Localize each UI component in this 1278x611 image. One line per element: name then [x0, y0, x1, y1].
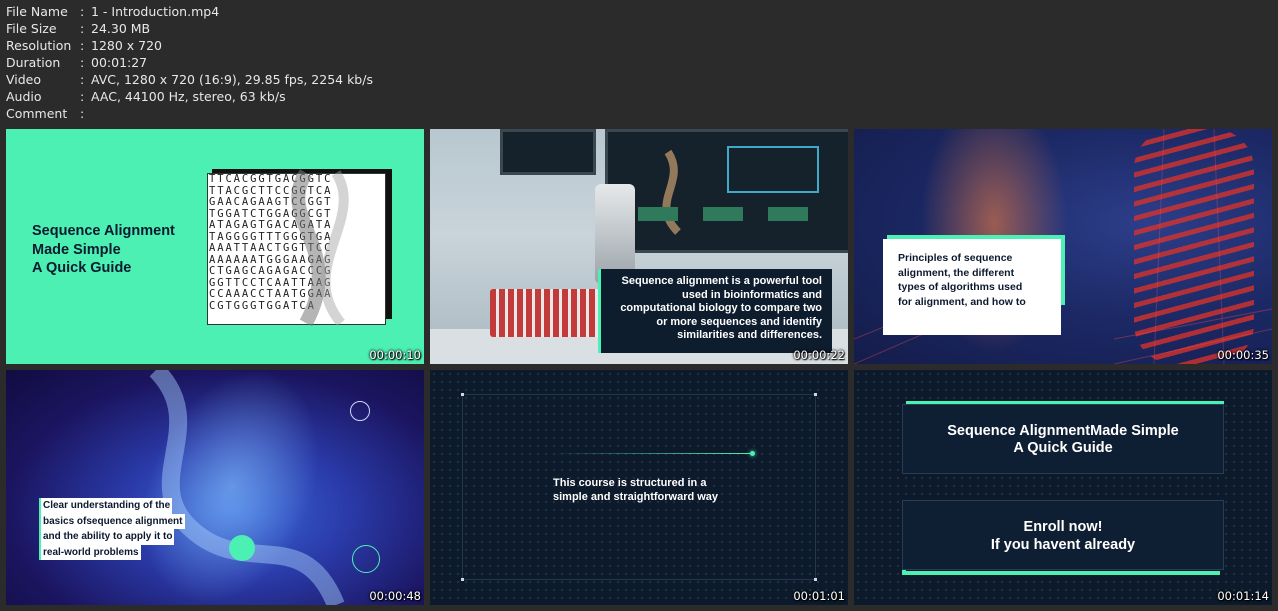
meta-row-video: Video: AVC, 1280 x 720 (16:9), 29.85 fps,… [6, 71, 373, 88]
caption-line: and the ability to apply it to [39, 529, 175, 545]
accent-line [552, 453, 750, 454]
timestamp: 00:00:22 [793, 348, 845, 362]
caption-line: similarities and differences. [677, 329, 822, 341]
ring-icon [352, 545, 380, 573]
caption-line: Principles of sequence [898, 252, 1013, 264]
thumbnail-1[interactable]: Sequence Alignment Made Simple A Quick G… [6, 129, 424, 364]
meta-separator: : [80, 72, 85, 87]
thumbnail-2[interactable]: Sequence alignment is a powerful tool us… [430, 129, 848, 364]
meta-separator: : [80, 38, 85, 53]
slide-caption: Clear understanding of the basics ofsequ… [39, 498, 185, 560]
frame-corner [461, 393, 464, 396]
meta-value: 1 - Introduction.mp4 [91, 4, 220, 19]
meta-key: Resolution [6, 38, 72, 53]
timestamp: 00:01:14 [1217, 589, 1269, 603]
timestamp: 00:01:01 [793, 589, 845, 603]
lab-monitor [500, 129, 596, 175]
caption-line: for alignment, and how to [898, 295, 1026, 308]
meta-key: Duration [6, 55, 61, 70]
timestamp: 00:00:35 [1217, 348, 1269, 362]
caption-line: basics ofsequence alignment [39, 513, 185, 529]
caption-line: Sequence alignment is a powerful tool [621, 275, 822, 287]
meta-value: 00:01:27 [91, 55, 148, 70]
meta-row-duration: Duration:00:01:27 [6, 54, 373, 71]
meta-key: Video [6, 72, 42, 87]
file-metadata: File Name:1 - Introduction.mp4 File Size… [6, 3, 373, 122]
meta-key: File Size [6, 21, 57, 36]
box-accent-bottom [902, 571, 1220, 575]
meta-row-file-size: File Size:24.30 MB [6, 20, 373, 37]
caption-line: Clear understanding of the [39, 498, 173, 514]
meta-separator: : [80, 21, 85, 36]
caption-line: simple and straightforward way [553, 491, 719, 503]
caption-line: computational biology to compare two [620, 302, 822, 314]
caption-line: or more sequences and identify [656, 315, 822, 328]
thumbnail-4[interactable]: Clear understanding of the basics ofsequ… [6, 370, 424, 605]
circle-dot-icon [229, 535, 255, 561]
title-line: A Quick Guide [1013, 440, 1113, 456]
dna-helix-overlay [291, 169, 349, 327]
test-tubes [490, 289, 600, 337]
meta-row-file-name: File Name:1 - Introduction.mp4 [6, 3, 373, 20]
frame-corner [814, 393, 817, 396]
thumbnail-6[interactable]: Sequence AlignmentMade Simple A Quick Gu… [854, 370, 1272, 605]
slide-caption: This course is structured in a simple an… [553, 476, 718, 504]
title-line: Sequence AlignmentMade Simple [947, 423, 1179, 439]
meta-key: Comment [6, 106, 68, 121]
meta-key: File Name [6, 4, 68, 19]
slide-caption-card: Principles of sequence alignment, the di… [883, 239, 1061, 335]
caption-line: alignment, the different [898, 266, 1015, 279]
frame-corner [814, 578, 817, 581]
slide-caption: Sequence alignment is a powerful tool us… [598, 269, 832, 353]
cta-line: Enroll now! [1023, 519, 1103, 535]
meta-value: AAC, 44100 Hz, stereo, 63 kb/s [91, 89, 286, 104]
meta-value: 24.30 MB [91, 21, 151, 36]
meta-separator: : [80, 4, 85, 19]
ring-icon [350, 401, 370, 421]
meta-row-audio: Audio: AAC, 44100 Hz, stereo, 63 kb/s [6, 88, 373, 105]
thumbnail-3[interactable]: Principles of sequence alignment, the di… [854, 129, 1272, 364]
meta-separator: : [80, 55, 85, 70]
meta-separator: : [80, 106, 85, 121]
timestamp: 00:00:48 [369, 589, 421, 603]
title-box: Sequence AlignmentMade Simple A Quick Gu… [902, 404, 1224, 474]
monitor-graphic [638, 146, 819, 235]
meta-key: Audio [6, 89, 42, 104]
cta-box: Enroll now! If you havent already [902, 500, 1224, 570]
caption-line: used in bioinformatics and [682, 288, 822, 301]
meta-separator: : [80, 89, 85, 104]
lab-monitor [605, 129, 848, 253]
caption-line: This course is structured in a [553, 477, 707, 489]
meta-row-resolution: Resolution:1280 x 720 [6, 37, 373, 54]
meta-value: AVC, 1280 x 720 (16:9), 29.85 fps, 2254 … [91, 72, 373, 87]
accent-dot-icon [750, 451, 755, 456]
caption-text: Principles of sequence alignment, the di… [898, 251, 1061, 311]
thumbnail-5[interactable]: This course is structured in a simple an… [430, 370, 848, 605]
caption-line: types of algorithms used [898, 281, 1023, 293]
meta-row-comment: Comment: [6, 105, 373, 122]
cta-line: If you havent already [990, 537, 1136, 553]
timestamp: 00:00:10 [369, 348, 421, 362]
caption-line: real-world problems [39, 544, 141, 560]
frame-corner [461, 578, 464, 581]
meta-value: 1280 x 720 [91, 38, 163, 53]
